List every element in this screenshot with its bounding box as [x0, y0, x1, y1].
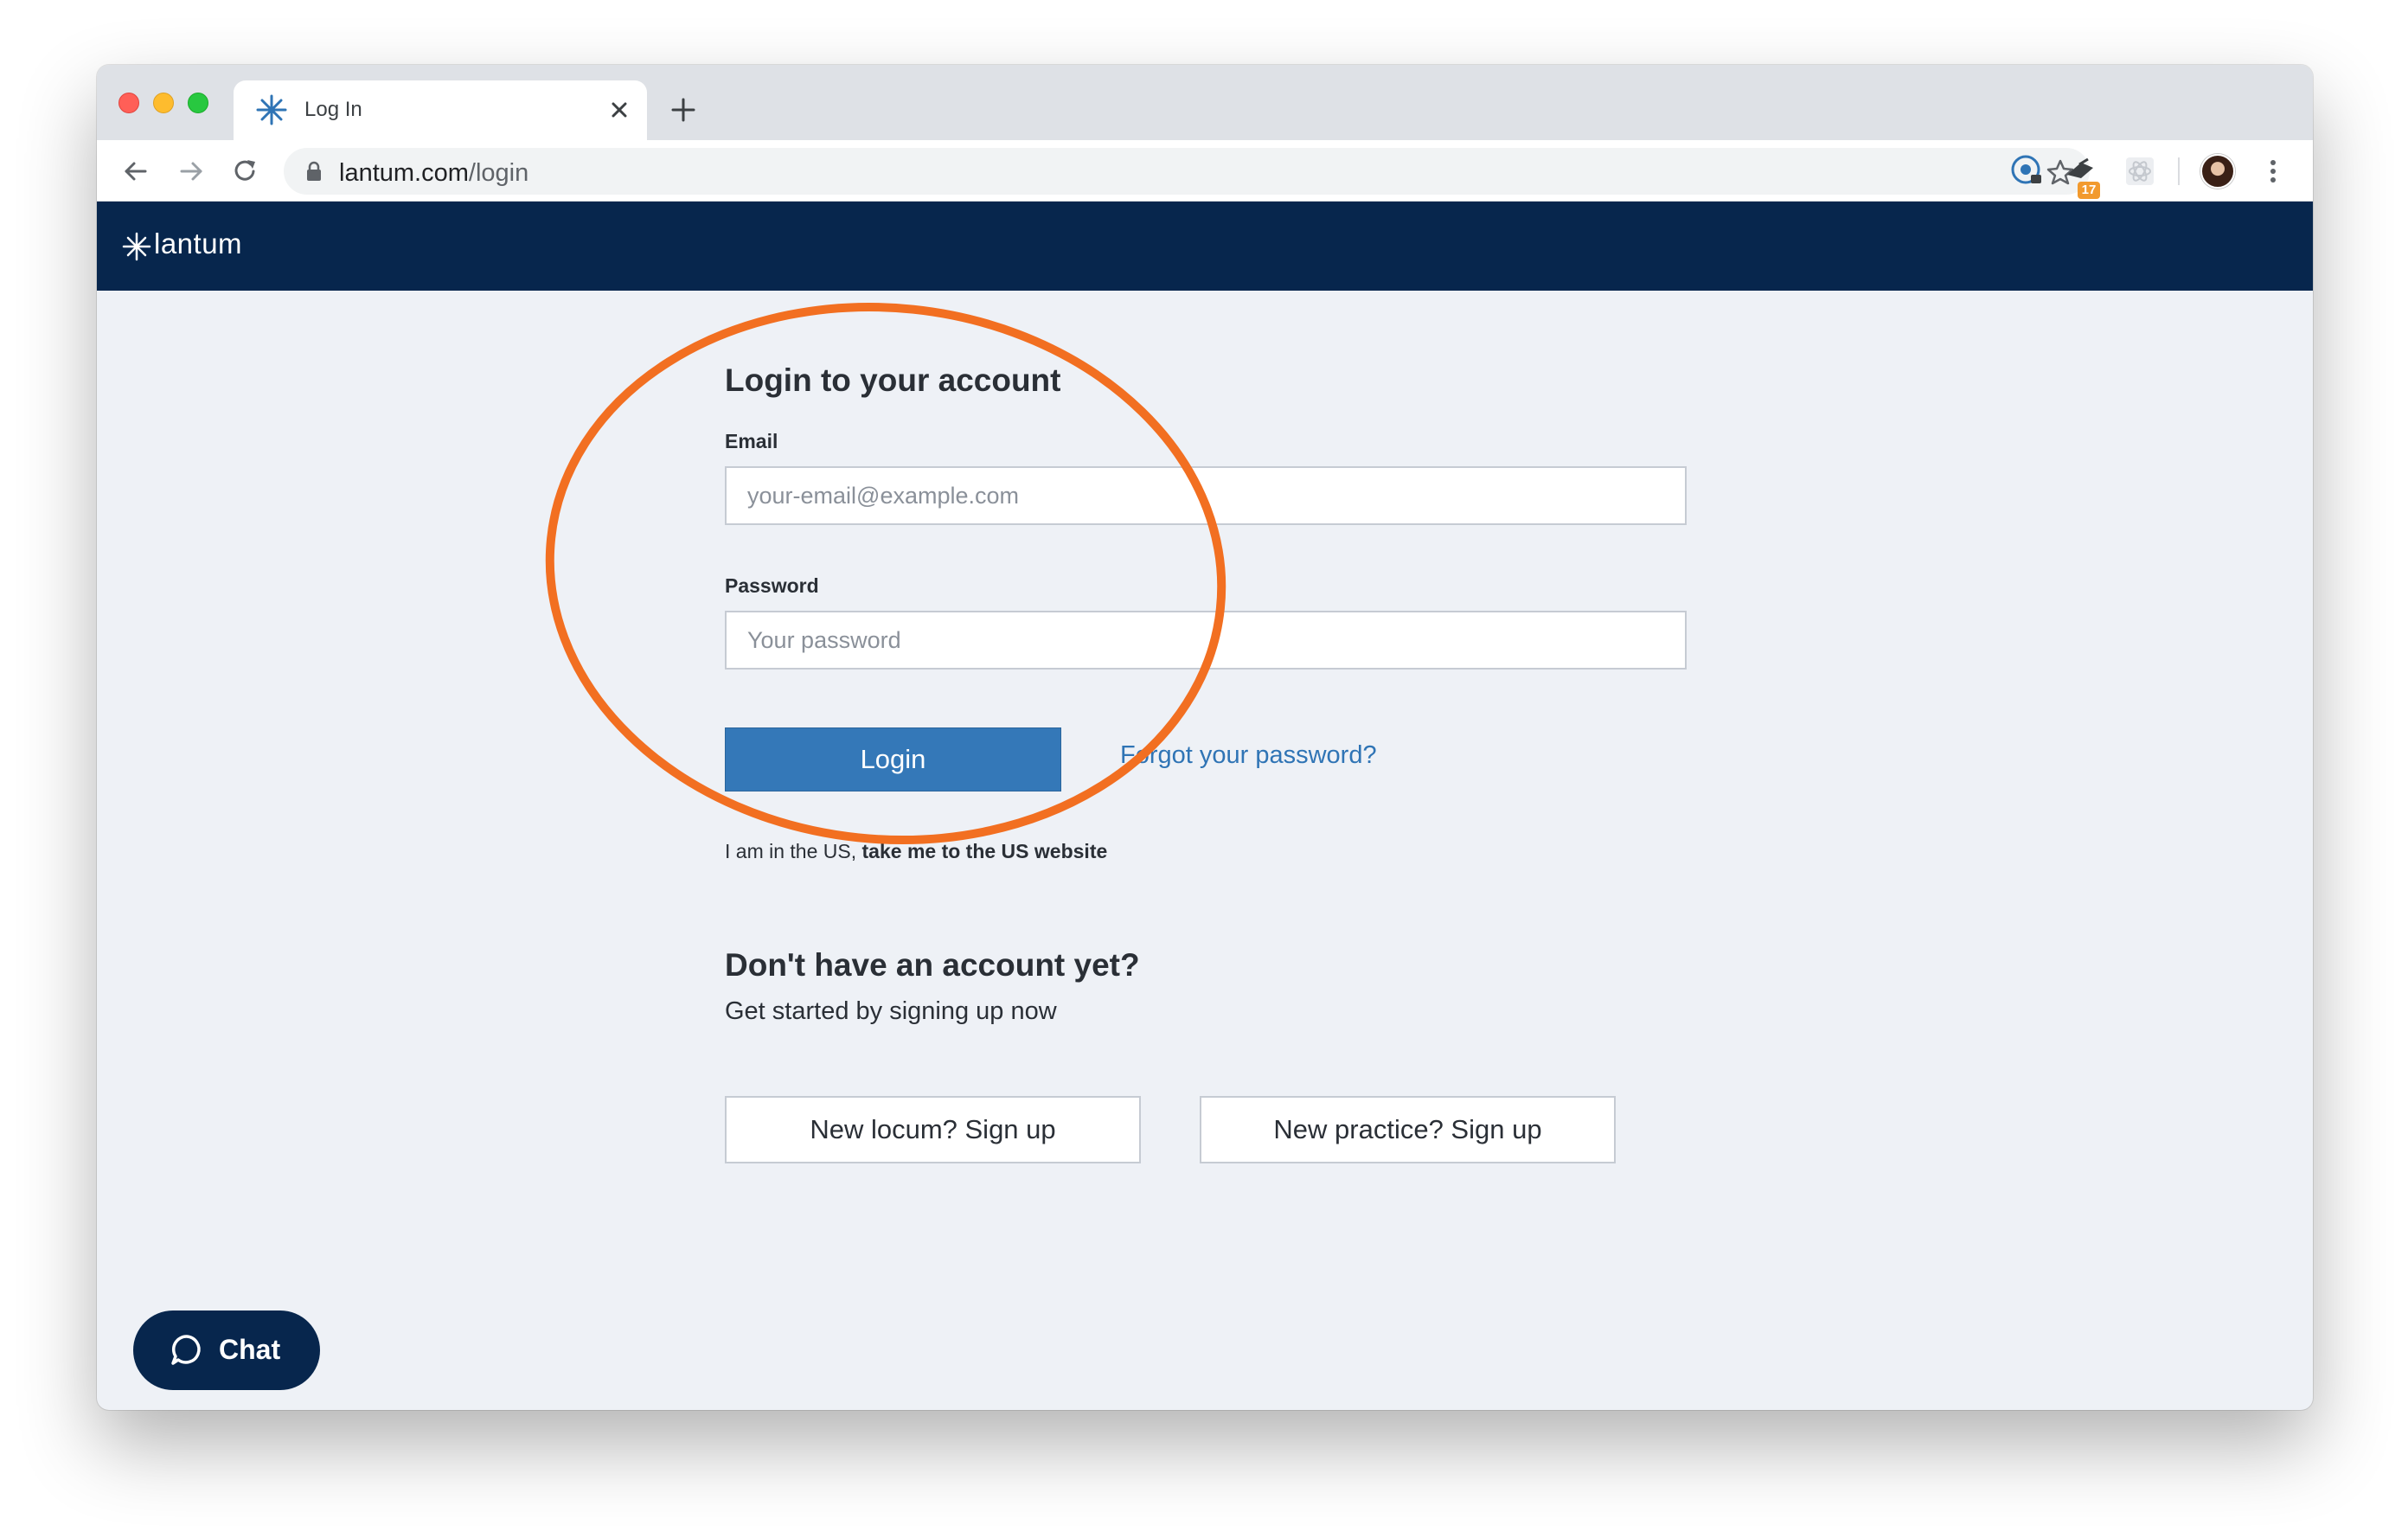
us-website-notice: I am in the US, take me to the US websit… — [725, 840, 1107, 863]
chat-label: Chat — [219, 1334, 281, 1365]
locum-signup-button[interactable]: New locum? Sign up — [725, 1096, 1141, 1163]
lantum-favicon-icon — [256, 94, 287, 125]
login-heading: Login to your account — [725, 362, 1061, 398]
email-label: Email — [725, 430, 778, 452]
profile-avatar[interactable] — [2200, 154, 2235, 189]
tab-log-in[interactable]: Log In — [234, 80, 647, 140]
close-window-button[interactable] — [118, 93, 139, 113]
practice-signup-button[interactable]: New practice? Sign up — [1200, 1096, 1616, 1163]
login-button[interactable]: Login — [725, 727, 1061, 791]
password-label: Password — [725, 574, 819, 597]
chat-bubble-icon — [171, 1335, 201, 1365]
react-devtools-extension-icon[interactable] — [2121, 152, 2159, 190]
chat-button[interactable]: Chat — [133, 1311, 320, 1390]
url-text: lantum.com/login — [339, 159, 528, 188]
tab-strip: Log In — [97, 65, 2313, 140]
forward-icon[interactable] — [175, 155, 208, 188]
signup-subtext: Get started by signing up now — [725, 997, 1057, 1025]
us-website-link[interactable]: take me to the US website — [862, 840, 1108, 862]
tab-title: Log In — [304, 98, 362, 121]
lantum-logo-star-icon — [122, 232, 151, 261]
password-manager-extension-icon[interactable] — [2008, 152, 2046, 190]
lock-icon — [307, 161, 321, 181]
address-bar[interactable]: lantum.com/login — [284, 148, 2090, 195]
new-tab-icon[interactable] — [668, 94, 699, 125]
signup-heading: Don't have an account yet? — [725, 947, 1140, 983]
site-header: lantum — [97, 202, 2313, 291]
email-field[interactable] — [725, 466, 1687, 525]
url-path: /login — [468, 159, 529, 187]
maximize-window-button[interactable] — [188, 93, 208, 113]
url-domain: lantum.com — [339, 159, 469, 187]
password-field[interactable] — [725, 611, 1687, 670]
toolbar-separator — [2178, 157, 2180, 185]
us-notice-text: I am in the US, — [725, 840, 862, 862]
close-tab-icon[interactable] — [604, 94, 635, 125]
site-logo-text[interactable]: lantum — [154, 227, 242, 260]
forgot-password-link[interactable]: Forgot your password? — [1120, 741, 1377, 770]
extension-badge: 17 — [2078, 182, 2100, 199]
browser-window: Log In lantum.com/login 17 lantum Login … — [97, 65, 2313, 1410]
kebab-menu-icon[interactable] — [2258, 156, 2289, 187]
browser-toolbar: lantum.com/login 17 — [97, 140, 2313, 202]
reload-icon[interactable] — [228, 155, 261, 188]
back-icon[interactable] — [119, 155, 152, 188]
minimize-window-button[interactable] — [153, 93, 174, 113]
